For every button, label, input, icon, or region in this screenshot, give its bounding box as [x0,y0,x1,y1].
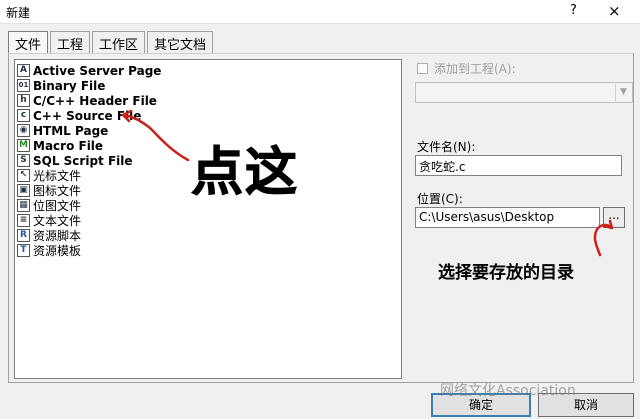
source-file-icon: c [17,109,30,122]
macro-file-icon: M [17,139,30,152]
filename-label: 文件名(N): [417,140,476,154]
list-item-icon-file[interactable]: ▣ 图标文件 [17,183,81,198]
location-label: 位置(C): [417,192,463,206]
list-item-macro-file[interactable]: M Macro File [17,138,103,153]
resource-script-icon: R [17,229,30,242]
list-item-sql-script-file[interactable]: S SQL Script File [17,153,133,168]
list-item-active-server-page[interactable]: A Active Server Page [17,63,161,78]
list-item-header-file[interactable]: h C/C++ Header File [17,93,157,108]
watermark: 网络文化Association [440,383,576,399]
add-to-project-checkbox[interactable] [417,63,428,74]
file-type-list[interactable]: A Active Server Page 01 Binary File h C/… [14,59,402,379]
binary-file-icon: 01 [17,79,30,92]
tab-workspaces[interactable]: 工作区 [92,31,146,53]
list-item-text-file[interactable]: ≡ 文本文件 [17,213,81,228]
chevron-down-icon[interactable]: ▼ [615,84,631,101]
browse-button[interactable]: ... [603,207,625,228]
bitmap-file-icon: ▦ [17,199,30,212]
list-item-resource-template[interactable]: T 资源模板 [17,243,81,258]
filename-field[interactable]: 贪吃蛇.c [415,155,622,176]
list-item-label: 资源模板 [33,244,82,258]
project-select[interactable]: ▼ [415,82,633,103]
list-item-label: Macro File [33,138,104,153]
list-item-label: C/C++ Header File [33,93,157,108]
close-button[interactable]: × [608,2,621,20]
list-item-resource-script[interactable]: R 资源脚本 [17,228,81,243]
tab-files[interactable]: 文件 [8,31,49,53]
list-item-label: C++ Source File [33,108,142,123]
list-item-binary-file[interactable]: 01 Binary File [17,78,105,93]
help-button[interactable]: ? [570,3,577,18]
sql-file-icon: S [17,154,30,167]
list-item-label: SQL Script File [33,153,133,168]
list-item-html-page[interactable]: ◉ HTML Page [17,123,108,138]
list-item-cpp-source-file[interactable]: c C++ Source File [17,108,141,123]
list-item-label: Binary File [33,78,106,93]
html-page-icon: ◉ [17,124,30,137]
icon-file-icon: ▣ [17,184,30,197]
tab-projects[interactable]: 工程 [50,31,91,53]
text-file-icon: ≡ [17,214,30,227]
asp-icon: A [17,64,30,77]
add-to-project-label: 添加到工程(A): [434,62,516,76]
title-bar: 新建 ? × [0,0,640,24]
header-file-icon: h [17,94,30,107]
window-title: 新建 [6,6,31,20]
list-item-cursor-file[interactable]: ↖ 光标文件 [17,168,81,183]
list-item-label: Active Server Page [33,63,162,78]
list-item-bitmap-file[interactable]: ▦ 位图文件 [17,198,81,213]
cursor-file-icon: ↖ [17,169,30,182]
tab-other-documents[interactable]: 其它文档 [147,31,214,53]
location-field[interactable]: C:\Users\asus\Desktop [415,207,600,228]
tab-strip: 文件 工程 工作区 其它文档 [8,31,215,53]
resource-template-icon: T [17,244,30,257]
list-item-label: HTML Page [33,123,109,138]
